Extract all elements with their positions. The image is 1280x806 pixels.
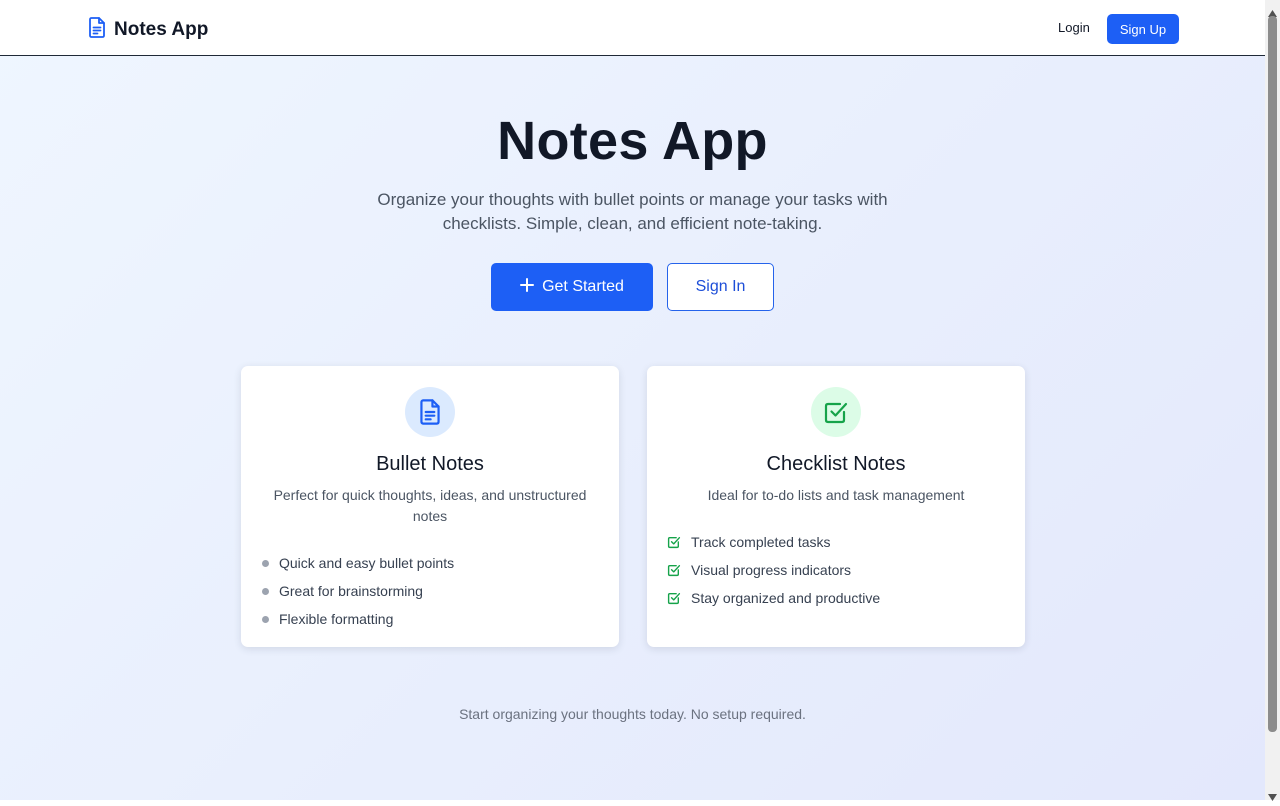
document-icon — [88, 17, 106, 43]
page-viewport: Notes App Login Sign Up Notes App Organi… — [0, 0, 1265, 800]
get-started-button[interactable]: Get Started — [491, 263, 653, 311]
card-description: Perfect for quick thoughts, ideas, and u… — [273, 487, 587, 524]
top-navbar: Notes App Login Sign Up — [0, 0, 1265, 56]
list-item-label: Visual progress indicators — [691, 562, 852, 578]
list-item-label: Great for brainstorming — [279, 583, 423, 599]
sign-in-button[interactable]: Sign In — [667, 263, 774, 311]
bullet-icon — [262, 587, 269, 595]
card-title: Bullet Notes — [376, 453, 484, 475]
list-item: Visual progress indicators — [667, 556, 880, 584]
feature-list: Track completed tasks Visual progress in… — [667, 528, 880, 612]
checklist-notes-card: Checklist Notes Ideal for to-do lists an… — [647, 366, 1025, 647]
card-title: Checklist Notes — [766, 453, 906, 475]
list-item-label: Stay organized and productive — [691, 590, 881, 606]
login-link[interactable]: Login — [1058, 20, 1090, 35]
footer-tagline: Start organizing your thoughts today. No… — [459, 706, 806, 722]
check-icon — [667, 591, 681, 605]
list-item-label: Flexible formatting — [279, 611, 394, 627]
checkbox-icon — [811, 387, 861, 437]
hero-title: Notes App — [497, 111, 768, 171]
bullet-icon — [262, 615, 269, 623]
card-description: Ideal for to-do lists and task managemen… — [707, 487, 965, 503]
document-icon — [405, 387, 455, 437]
list-item: Great for brainstorming — [261, 577, 454, 605]
list-item-label: Track completed tasks — [691, 534, 831, 550]
list-item: Track completed tasks — [667, 528, 880, 556]
vertical-scrollbar[interactable] — [1265, 0, 1280, 801]
plus-icon — [520, 277, 535, 297]
brand-name: Notes App — [114, 19, 209, 40]
scroll-down-arrow-icon[interactable] — [1268, 788, 1277, 806]
list-item: Quick and easy bullet points — [261, 549, 454, 577]
bullet-notes-card: Bullet Notes Perfect for quick thoughts,… — [241, 366, 619, 647]
scrollbar-thumb[interactable] — [1268, 16, 1277, 732]
brand[interactable]: Notes App — [88, 17, 208, 43]
bullet-icon — [262, 559, 269, 567]
list-item: Stay organized and productive — [667, 584, 880, 612]
get-started-label: Get Started — [542, 278, 624, 295]
feature-list: Quick and easy bullet points Great for b… — [261, 549, 454, 633]
hero-subtitle: Organize your thoughts with bullet point… — [377, 190, 888, 233]
list-item-label: Quick and easy bullet points — [279, 555, 455, 571]
signup-button[interactable]: Sign Up — [1107, 14, 1179, 44]
check-icon — [667, 535, 681, 549]
list-item: Flexible formatting — [261, 605, 454, 633]
check-icon — [667, 563, 681, 577]
